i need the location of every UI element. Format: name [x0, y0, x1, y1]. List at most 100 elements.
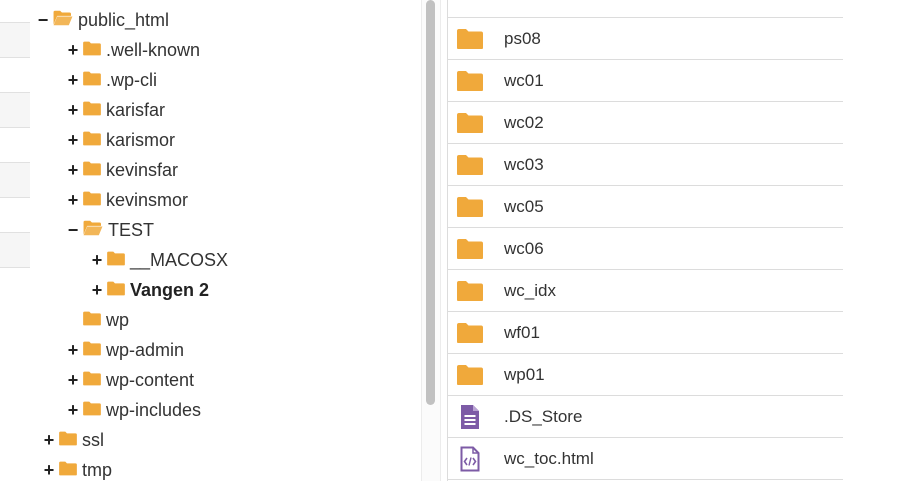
file-name[interactable]: ps08 [504, 29, 541, 49]
folder-icon [456, 26, 484, 52]
tree-node[interactable]: + __MACOSX [90, 245, 228, 275]
tree-node-label[interactable]: .well-known [106, 40, 200, 61]
file-name[interactable]: wc06 [504, 239, 544, 259]
left-panel-row [0, 232, 30, 268]
folder-icon [106, 250, 126, 271]
tree-node[interactable]: + ssl [42, 425, 104, 455]
folder-icon [82, 310, 102, 331]
scrollbar-thumb[interactable] [426, 0, 435, 405]
tree-node-label[interactable]: ssl [82, 430, 104, 451]
tree-node[interactable]: + kevinsmor [66, 185, 188, 215]
tree-node-label[interactable]: karismor [106, 130, 175, 151]
collapse-icon[interactable]: − [36, 11, 50, 29]
folder-icon [58, 460, 78, 481]
file-name[interactable]: wc03 [504, 155, 544, 175]
file-row[interactable]: wf01 [448, 312, 843, 354]
tree-node[interactable]: − public_html [36, 5, 169, 35]
folder-icon [456, 152, 484, 178]
file-name[interactable]: wc01 [504, 71, 544, 91]
file-name[interactable]: wc02 [504, 113, 544, 133]
file-list-top-row [448, 0, 843, 18]
expand-icon[interactable]: + [66, 191, 80, 209]
tree-scrollbar[interactable] [421, 0, 441, 481]
folder-icon [82, 100, 102, 121]
file-row[interactable]: wc_toc.html [448, 438, 843, 480]
file-row[interactable]: wc06 [448, 228, 843, 270]
expand-icon[interactable]: + [66, 71, 80, 89]
folder-icon [58, 430, 78, 451]
folder-icon [456, 236, 484, 262]
file-row[interactable]: wc02 [448, 102, 843, 144]
tree-node[interactable]: + .wp-cli [66, 65, 157, 95]
tree-node[interactable]: + wp-includes [66, 395, 201, 425]
tree-node-label[interactable]: public_html [78, 10, 169, 31]
tree-node-label[interactable]: wp-admin [106, 340, 184, 361]
expand-icon[interactable]: + [66, 371, 80, 389]
tree-node-label[interactable]: wp-includes [106, 400, 201, 421]
left-panel-edge [0, 0, 30, 481]
left-panel-row [0, 162, 30, 198]
expand-icon[interactable]: + [90, 281, 104, 299]
folder-icon [82, 370, 102, 391]
tree-node[interactable]: + karisfar [66, 95, 165, 125]
tree-node[interactable]: − TEST [66, 215, 154, 245]
folder-icon [456, 320, 484, 346]
folder-icon [82, 190, 102, 211]
tree-node-label[interactable]: wp-content [106, 370, 194, 391]
folder-icon [82, 130, 102, 151]
file-row[interactable]: wc03 [448, 144, 843, 186]
expand-icon[interactable]: + [66, 401, 80, 419]
folder-icon [82, 70, 102, 91]
expand-icon[interactable]: + [66, 131, 80, 149]
tree-node-label[interactable]: wp [106, 310, 129, 331]
folder-icon [456, 110, 484, 136]
file-row[interactable]: .DS_Store [448, 396, 843, 438]
file-name[interactable]: wc05 [504, 197, 544, 217]
folder-icon [82, 340, 102, 361]
collapse-icon[interactable]: − [66, 221, 80, 239]
text-file-icon [456, 404, 484, 430]
file-name[interactable]: wc_toc.html [504, 449, 594, 469]
tree-node-label[interactable]: __MACOSX [130, 250, 228, 271]
file-list: ps08 wc01 wc02 wc03 wc05 wc06 wc_idx wf0… [447, 0, 843, 481]
tree-node-label[interactable]: kevinsmor [106, 190, 188, 211]
tree-node[interactable]: + kevinsfar [66, 155, 178, 185]
expand-icon[interactable]: + [42, 461, 56, 479]
folder-icon [456, 278, 484, 304]
tree-node[interactable]: + wp-content [66, 365, 194, 395]
tree-node[interactable]: + wp [66, 305, 129, 335]
file-name[interactable]: .DS_Store [504, 407, 582, 427]
file-row[interactable]: wp01 [448, 354, 843, 396]
tree-node[interactable]: + karismor [66, 125, 175, 155]
tree-node-label[interactable]: TEST [108, 220, 154, 241]
file-row[interactable]: wc_idx [448, 270, 843, 312]
tree-node[interactable]: + .well-known [66, 35, 200, 65]
file-row[interactable]: ps08 [448, 18, 843, 60]
expand-icon[interactable]: + [66, 41, 80, 59]
expand-icon[interactable]: + [42, 431, 56, 449]
tree-node-label[interactable]: karisfar [106, 100, 165, 121]
folder-icon [456, 68, 484, 94]
expand-icon[interactable]: + [90, 251, 104, 269]
left-panel-row [0, 92, 30, 128]
tree-node-label[interactable]: tmp [82, 460, 112, 481]
folder-icon [82, 400, 102, 421]
tree-node[interactable]: + Vangen 2 [90, 275, 209, 305]
file-row[interactable]: wc05 [448, 186, 843, 228]
tree-node-label[interactable]: .wp-cli [106, 70, 157, 91]
folder-icon [82, 40, 102, 61]
file-name[interactable]: wc_idx [504, 281, 556, 301]
left-panel-row [0, 22, 30, 58]
tree-node[interactable]: + wp-admin [66, 335, 184, 365]
expand-icon[interactable]: + [66, 101, 80, 119]
expand-icon[interactable]: + [66, 161, 80, 179]
html-file-icon [456, 446, 484, 472]
file-name[interactable]: wp01 [504, 365, 545, 385]
folder-open-icon [82, 220, 104, 241]
expand-icon[interactable]: + [66, 341, 80, 359]
tree-node-label[interactable]: Vangen 2 [130, 280, 209, 301]
file-row[interactable]: wc01 [448, 60, 843, 102]
tree-node-label[interactable]: kevinsfar [106, 160, 178, 181]
file-name[interactable]: wf01 [504, 323, 540, 343]
folder-icon [456, 362, 484, 388]
